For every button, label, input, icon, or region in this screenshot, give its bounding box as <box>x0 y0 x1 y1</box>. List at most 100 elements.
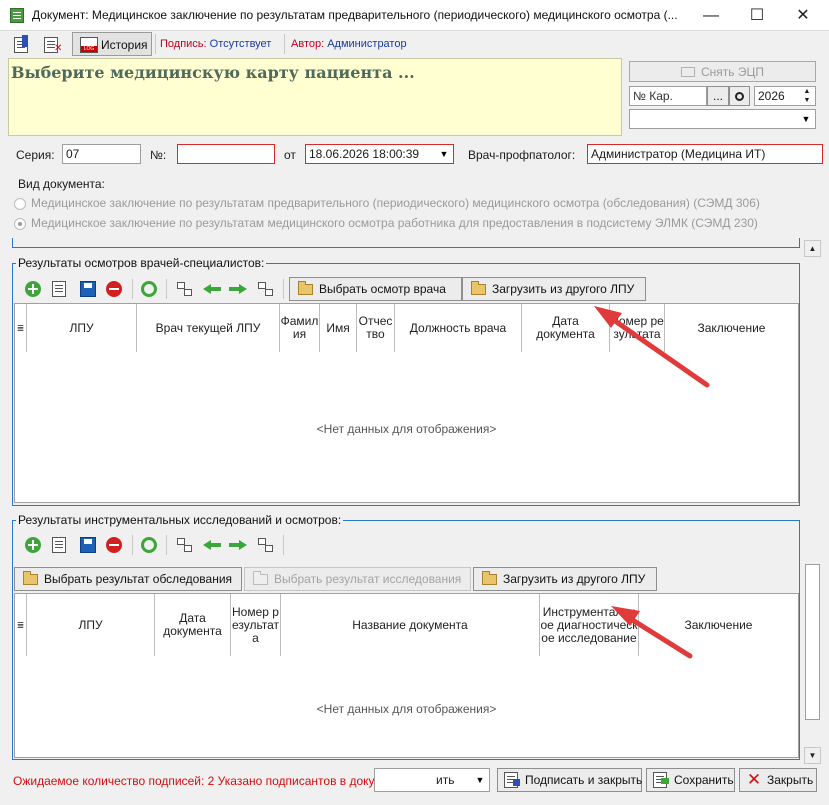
signature-pen-icon <box>681 66 695 77</box>
card-number-input[interactable]: № Кар. <box>629 86 707 106</box>
history-label: История <box>101 38 148 52</box>
maximize-button[interactable]: ☐ <box>734 0 780 31</box>
delete-icon[interactable] <box>106 281 122 297</box>
specialists-grid[interactable]: ≣ ЛПУ Врач текущей ЛПУ Фамилия Имя Отчес… <box>14 303 799 503</box>
doc-type-radio-230[interactable] <box>14 218 26 230</box>
delete-icon[interactable] <box>106 537 122 553</box>
col-position[interactable]: Должность врача <box>395 304 522 352</box>
load-other-lpu-button[interactable]: Загрузить из другого ЛПУ <box>462 277 646 301</box>
col-instrumental-research[interactable]: Инструментальное диагностическое исследо… <box>540 594 639 656</box>
sign-close-icon <box>504 772 520 788</box>
log-icon: LOG <box>80 37 98 53</box>
chevron-down-icon[interactable]: ▼ <box>798 110 814 128</box>
sign-and-close-button[interactable]: Подписать и закрыть <box>497 768 642 792</box>
select-research-result-button[interactable]: Выбрать результат исследования <box>244 567 471 591</box>
remove-signature-button[interactable]: Снять ЭЦП <box>629 61 816 82</box>
column-chooser-icon[interactable]: ≣ <box>15 304 27 352</box>
refresh-icon[interactable] <box>141 281 157 297</box>
load-other-lpu-label: Загрузить из другого ЛПУ <box>492 282 635 296</box>
col-result-number[interactable]: Номер результата <box>610 304 665 352</box>
year-spin-arrows[interactable]: ▲ ▼ <box>800 87 814 105</box>
col-lpu[interactable]: ЛПУ <box>27 594 155 656</box>
signature-status: Подпись: Отсутствует <box>160 38 271 50</box>
expand-tree-icon[interactable] <box>176 281 192 297</box>
scroll-up-button[interactable]: ▲ <box>804 240 821 257</box>
patient-card-panel[interactable]: Выберите медицинскую карту пациента ... <box>8 58 622 136</box>
save-icon[interactable] <box>80 281 96 297</box>
pen-icon <box>22 35 28 47</box>
patient-prompt: Выберите медицинскую карту пациента ... <box>11 63 415 82</box>
column-chooser-icon[interactable]: ≣ <box>15 594 27 656</box>
folder-open-icon <box>471 280 486 295</box>
date-dropdown-icon[interactable]: ▼ <box>436 145 452 163</box>
close-button[interactable]: ✕ Закрыть <box>739 768 817 792</box>
series-input[interactable]: 07 <box>62 144 141 164</box>
select-research-result-label: Выбрать результат исследования <box>274 572 462 586</box>
col-result-number[interactable]: Номер результата <box>231 594 281 656</box>
toolbar-divider <box>283 279 284 299</box>
refresh-icon[interactable] <box>141 537 157 553</box>
card-browse-button[interactable]: ... <box>707 86 729 106</box>
action-combo-value: ить <box>436 773 455 787</box>
select-exam-result-button[interactable]: Выбрать результат обследования <box>14 567 242 591</box>
remove-signature-label: Снять ЭЦП <box>701 64 764 79</box>
save-button[interactable]: Сохранить <box>646 768 735 792</box>
author-status: Автор: Администратор <box>291 38 407 50</box>
doctor-input[interactable]: Администратор (Медицина ИТ) <box>587 144 823 164</box>
load-other-lpu-label: Загрузить из другого ЛПУ <box>503 572 646 586</box>
chevron-down-icon[interactable]: ▼ <box>472 771 488 789</box>
doc-type-radio-306[interactable] <box>14 198 26 210</box>
col-doc-date[interactable]: Дата документа <box>155 594 231 656</box>
add-icon[interactable] <box>25 281 41 297</box>
save-icon[interactable] <box>80 537 96 553</box>
col-doc-name[interactable]: Название документа <box>281 594 540 656</box>
arrow-right-icon[interactable] <box>229 284 247 294</box>
folder-open-icon <box>298 280 313 295</box>
collapse-tree-icon[interactable] <box>257 537 273 553</box>
card-select-combo[interactable] <box>629 109 816 129</box>
card-search-button[interactable] <box>729 86 750 106</box>
load-other-lpu-button[interactable]: Загрузить из другого ЛПУ <box>473 567 657 591</box>
select-doctor-exam-button[interactable]: Выбрать осмотр врача <box>289 277 462 301</box>
toolbar-divider <box>284 34 285 54</box>
col-surname[interactable]: Фамилия <box>280 304 320 352</box>
col-current-doctor[interactable]: Врач текущей ЛПУ <box>137 304 280 352</box>
add-icon[interactable] <box>25 537 41 553</box>
col-conclusion[interactable]: Заключение <box>639 594 798 656</box>
collapse-tree-icon[interactable] <box>257 281 273 297</box>
col-doc-date[interactable]: Дата документа <box>522 304 610 352</box>
col-patronymic[interactable]: Отчество <box>357 304 395 352</box>
sign-document-button[interactable] <box>10 35 34 55</box>
expand-tree-icon[interactable] <box>176 537 192 553</box>
folder-open-icon <box>253 570 268 585</box>
arrow-left-icon[interactable] <box>203 540 221 550</box>
arrow-right-icon[interactable] <box>229 540 247 550</box>
scroll-thumb[interactable] <box>805 564 820 720</box>
unsign-document-button[interactable]: ✕ <box>40 35 64 55</box>
history-button[interactable]: LOG История <box>72 32 152 56</box>
select-exam-result-label: Выбрать результат обследования <box>44 572 233 586</box>
document-app-icon <box>10 8 24 23</box>
col-lpu[interactable]: ЛПУ <box>27 304 137 352</box>
instrumental-grid[interactable]: ≣ ЛПУ Дата документа Номер результата На… <box>14 593 799 758</box>
date-input[interactable]: 18.06.2026 18:00:39 <box>305 144 454 164</box>
close-window-button[interactable]: ✕ <box>780 0 826 31</box>
toolbar-divider <box>132 279 133 299</box>
series-label: Серия: <box>16 148 55 162</box>
col-conclusion[interactable]: Заключение <box>665 304 798 352</box>
number-input[interactable] <box>177 144 275 164</box>
scroll-down-button[interactable]: ▼ <box>804 747 821 764</box>
specialists-title: Результаты осмотров врачей-специалистов: <box>16 256 267 270</box>
close-x-icon: ✕ <box>746 770 762 789</box>
doc-type-option-230: Медицинское заключение по результатам ме… <box>31 216 758 230</box>
arrow-left-icon[interactable] <box>203 284 221 294</box>
search-icon <box>735 91 744 101</box>
col-name[interactable]: Имя <box>320 304 357 352</box>
doctor-label: Врач-профпатолог: <box>468 148 576 162</box>
year-value: 2026 <box>758 89 785 103</box>
edit-doc-icon[interactable] <box>52 537 66 553</box>
minimize-button[interactable]: — <box>688 0 734 31</box>
specialists-header-row: ≣ ЛПУ Врач текущей ЛПУ Фамилия Имя Отчес… <box>15 304 798 352</box>
form-scrollbar[interactable]: ▲ ▼ <box>803 238 822 766</box>
edit-doc-icon[interactable] <box>52 281 66 297</box>
